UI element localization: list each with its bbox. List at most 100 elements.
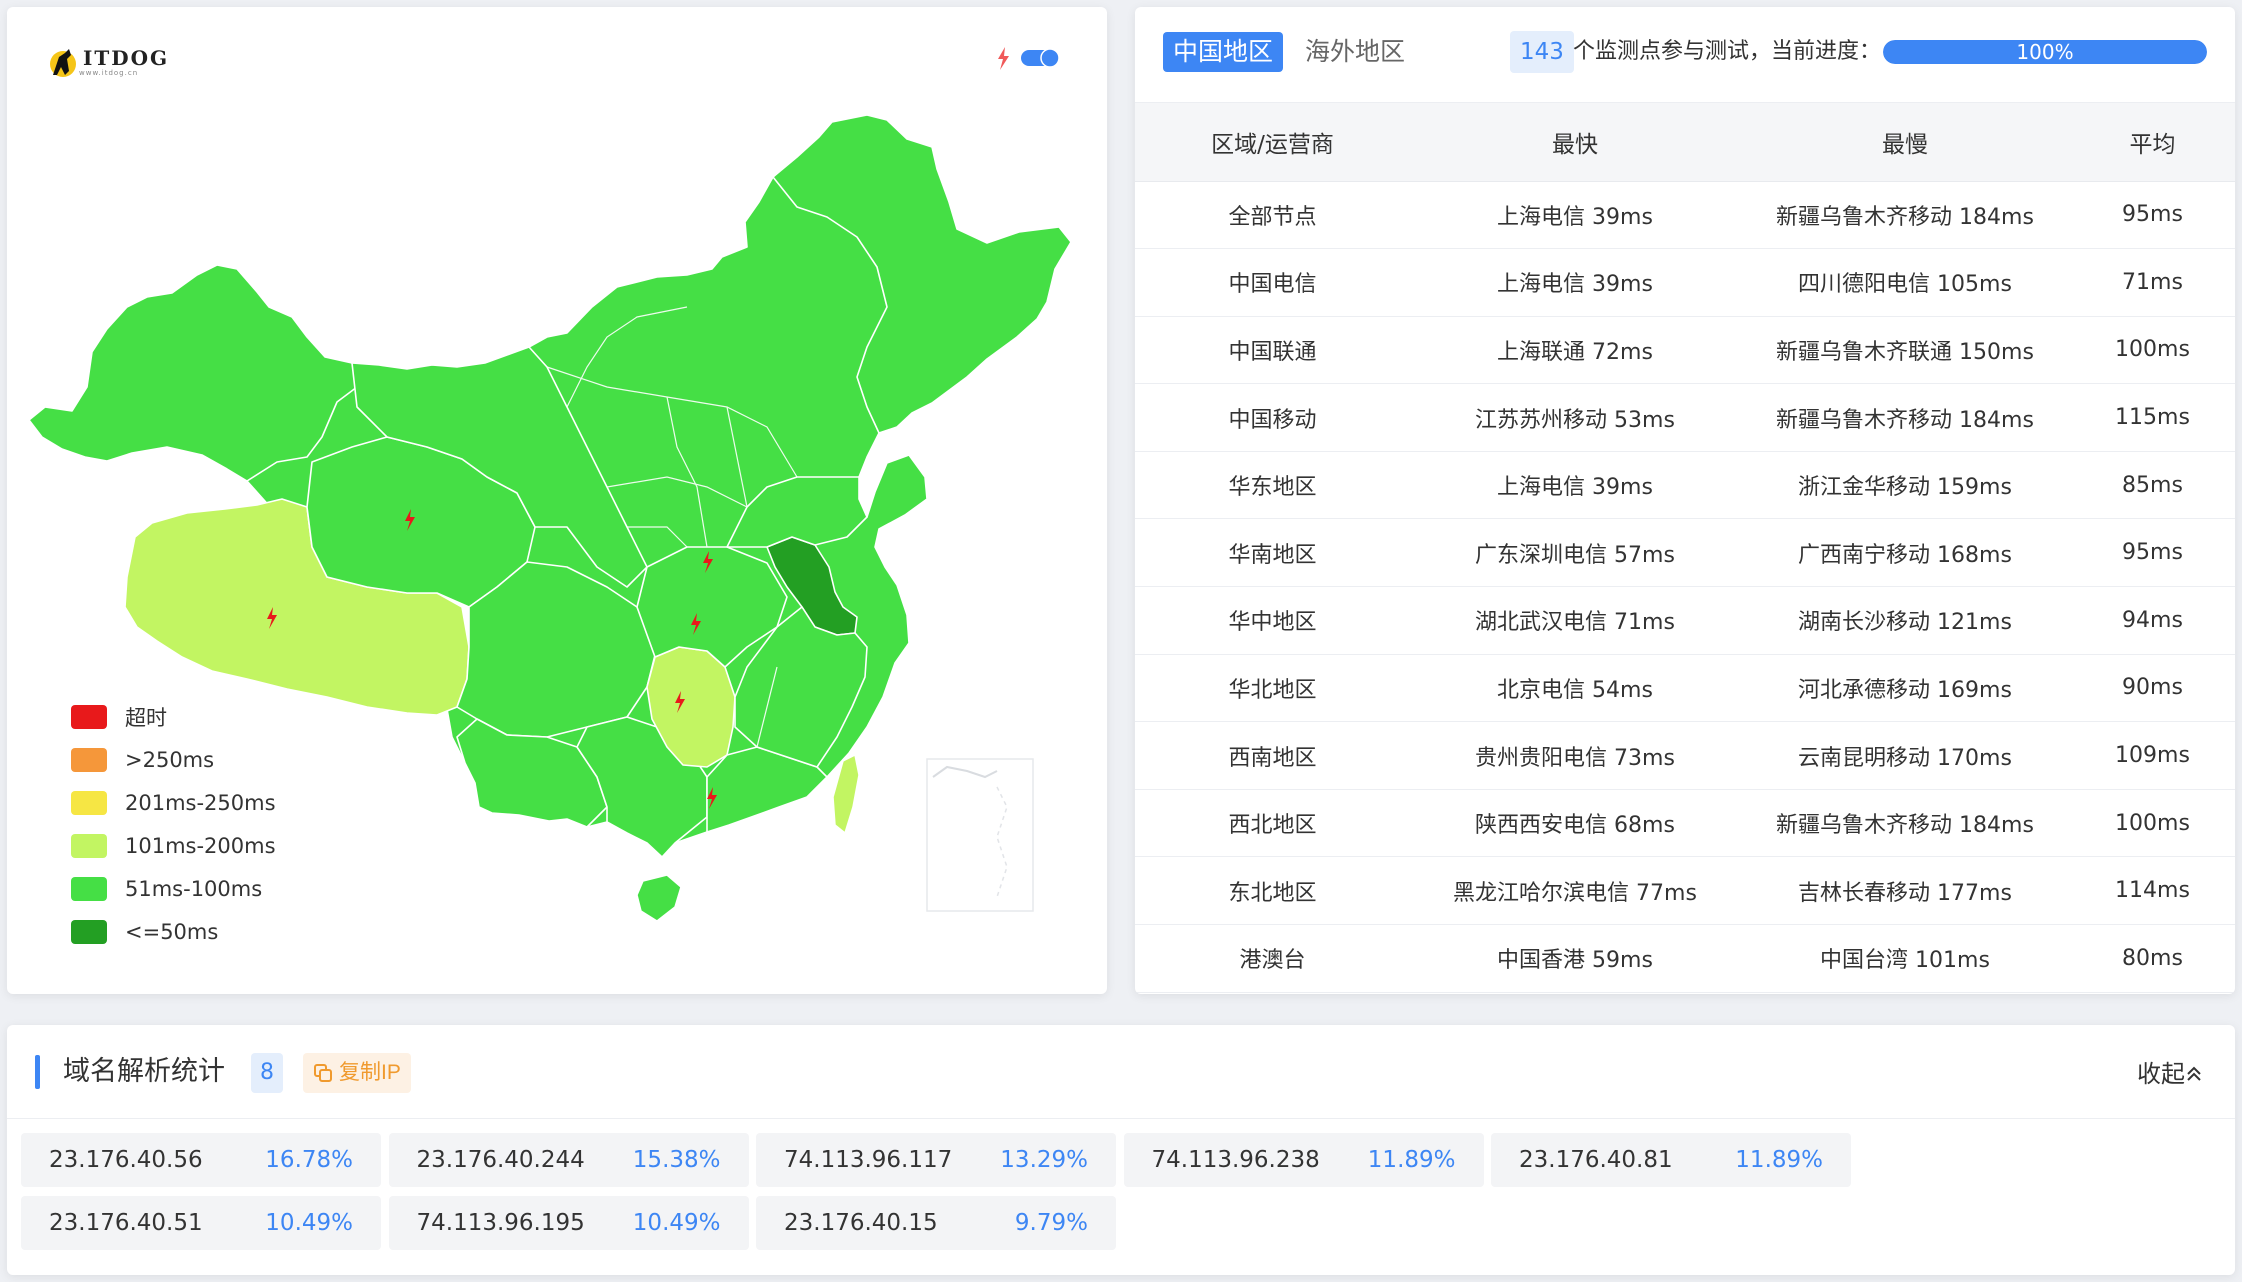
ip-address: 23.176.40.15 [784, 1210, 938, 1236]
column-header: 最慢 [1740, 103, 2070, 182]
legend-swatch [71, 876, 107, 901]
table-cell: 100ms [2070, 316, 2235, 385]
ip-address: 74.113.96.238 [1151, 1147, 1320, 1173]
ip-item[interactable]: 23.176.40.56 16.78% [21, 1133, 381, 1187]
table-cell: 贵州贵阳电信 73ms [1410, 721, 1740, 790]
table-cell: 华东地区 [1135, 451, 1410, 520]
table-row: 西北地区 陕西西安电信 68ms 新疆乌鲁木齐移动 184ms 100ms [1135, 789, 2235, 858]
ip-item[interactable]: 74.113.96.238 11.89% [1123, 1133, 1484, 1187]
legend-swatch [71, 747, 107, 772]
table-cell: 新疆乌鲁木齐联通 150ms [1740, 316, 2070, 385]
table-cell: 华南地区 [1135, 518, 1410, 588]
table-cell: 100ms [2070, 789, 2235, 858]
table-row: 港澳台 中国香港 59ms 中国台湾 101ms 80ms [1135, 924, 2235, 993]
legend-swatch [71, 704, 107, 729]
table-cell: 湖北武汉电信 71ms [1410, 586, 1740, 655]
ip-address: 74.113.96.195 [416, 1210, 585, 1236]
map-card: ITDOG www.itdog.cn 超时 >250ms 201ms-250ms… [7, 7, 1107, 994]
progress-fill: 100% [1883, 40, 2207, 64]
ip-count-badge: 8 [251, 1053, 283, 1093]
ip-address: 23.176.40.56 [49, 1147, 203, 1173]
table-cell: 华北地区 [1135, 654, 1410, 723]
table-cell: 71ms [2070, 248, 2235, 317]
logo-subtext: www.itdog.cn [79, 69, 139, 77]
table-cell: 北京电信 54ms [1410, 654, 1740, 723]
table-cell: 四川德阳电信 105ms [1740, 248, 2070, 317]
table-cell: 华中地区 [1135, 586, 1410, 655]
legend-item: <=50ms [71, 910, 276, 953]
table-row: 中国电信 上海电信 39ms 四川德阳电信 105ms 71ms [1135, 248, 2235, 317]
dns-resolution-card: 域名解析统计 8 复制IP 收起 23.176.40.56 16.78% 23.17… [7, 1025, 2235, 1275]
legend-swatch [71, 790, 107, 815]
table-cell: 中国台湾 101ms [1740, 924, 2070, 993]
logo-text: ITDOG [83, 46, 170, 70]
ip-address: 74.113.96.117 [784, 1147, 953, 1173]
column-header: 区域/运营商 [1135, 103, 1410, 182]
table-cell: 黑龙江哈尔滨电信 77ms [1410, 856, 1740, 926]
collapse-label: 收起 [2137, 1060, 2185, 1088]
ip-address: 23.176.40.81 [1519, 1147, 1673, 1173]
table-row: 西南地区 贵州贵阳电信 73ms 云南昆明移动 170ms 109ms [1135, 721, 2235, 790]
latency-table-body: 全部节点 上海电信 39ms 新疆乌鲁木齐移动 184ms 95ms 中国电信 上海电信 … [1135, 181, 2235, 993]
ip-percentage: 10.49% [632, 1210, 721, 1236]
map-legend: 超时 >250ms 201ms-250ms 101ms-200ms 51ms-1… [71, 695, 276, 953]
table-row: 华东地区 上海电信 39ms 浙江金华移动 159ms 85ms [1135, 451, 2235, 520]
column-header: 平均 [2070, 103, 2235, 182]
ip-address: 23.176.40.244 [416, 1147, 585, 1173]
legend-label: <=50ms [125, 919, 219, 944]
table-row: 中国联通 上海联通 72ms 新疆乌鲁木齐联通 150ms 100ms [1135, 316, 2235, 385]
copy-ip-button[interactable]: 复制IP [303, 1053, 411, 1093]
dns-header: 域名解析统计 8 复制IP 收起 [7, 1025, 2235, 1119]
stats-header: 中国地区 海外地区 143 个监测点参与测试，当前进度： 100% [1135, 7, 2235, 103]
node-count-badge: 143 [1510, 31, 1574, 73]
legend-item: 51ms-100ms [71, 867, 276, 910]
table-cell: 西南地区 [1135, 721, 1410, 790]
ip-percentage: 11.89% [1735, 1147, 1823, 1173]
table-cell: 湖南长沙移动 121ms [1740, 586, 2070, 655]
table-cell: 全部节点 [1135, 181, 1410, 250]
table-cell: 上海联通 72ms [1410, 316, 1740, 385]
table-cell: 上海电信 39ms [1410, 181, 1740, 250]
table-cell: 云南昆明移动 170ms [1740, 721, 2070, 790]
map-region-xinjiang[interactable] [28, 264, 358, 482]
timeout-toggle[interactable] [993, 43, 1073, 73]
legend-item: 超时 [71, 695, 276, 738]
ip-item[interactable]: 74.113.96.195 10.49% [388, 1196, 749, 1250]
ip-item[interactable]: 74.113.96.117 13.29% [756, 1133, 1116, 1187]
itdog-logo: ITDOG www.itdog.cn [47, 45, 169, 79]
ip-address: 23.176.40.51 [49, 1210, 203, 1236]
map-region-hainan[interactable] [636, 874, 682, 922]
table-cell: 河北承德移动 169ms [1740, 654, 2070, 723]
collapse-button[interactable]: 收起 [2137, 1055, 2203, 1093]
table-row: 全部节点 上海电信 39ms 新疆乌鲁木齐移动 184ms 95ms [1135, 181, 2235, 250]
ip-item[interactable]: 23.176.40.244 15.38% [388, 1133, 749, 1187]
bolt-icon [998, 47, 1009, 70]
south-china-sea-inset [926, 758, 1034, 912]
tab-china-region[interactable]: 中国地区 [1163, 32, 1284, 72]
table-cell: 中国移动 [1135, 383, 1410, 452]
table-cell: 94ms [2070, 586, 2235, 655]
table-cell: 新疆乌鲁木齐移动 184ms [1740, 789, 2070, 858]
table-row: 华中地区 湖北武汉电信 71ms 湖南长沙移动 121ms 94ms [1135, 586, 2235, 655]
table-cell: 广东深圳电信 57ms [1410, 518, 1740, 588]
table-cell: 东北地区 [1135, 856, 1410, 926]
ip-percentage: 10.49% [265, 1210, 353, 1236]
table-cell: 港澳台 [1135, 924, 1410, 993]
legend-item: 101ms-200ms [71, 824, 276, 867]
latency-table: 区域/运营商 最快 最慢 平均 全部节点 上海电信 39ms 新疆乌鲁木齐移动 18… [1135, 103, 2235, 993]
legend-label: 101ms-200ms [125, 833, 276, 858]
table-cell: 中国香港 59ms [1410, 924, 1740, 993]
ip-item[interactable]: 23.176.40.81 11.89% [1491, 1133, 1851, 1187]
table-cell: 中国联通 [1135, 316, 1410, 385]
tab-overseas-region[interactable]: 海外地区 [1295, 32, 1415, 72]
table-header-row: 区域/运营商 最快 最慢 平均 [1135, 103, 2235, 182]
table-cell: 江苏苏州移动 53ms [1410, 383, 1740, 452]
ip-item[interactable]: 23.176.40.51 10.49% [21, 1196, 381, 1250]
dog-logo-icon [50, 49, 76, 77]
ip-item[interactable]: 23.176.40.15 9.79% [756, 1196, 1116, 1250]
legend-label: >250ms [125, 747, 215, 772]
copy-icon [314, 1064, 332, 1082]
legend-label: 超时 [125, 705, 167, 730]
chevron-up-icon [2187, 1066, 2201, 1081]
table-cell: 浙江金华移动 159ms [1740, 451, 2070, 520]
